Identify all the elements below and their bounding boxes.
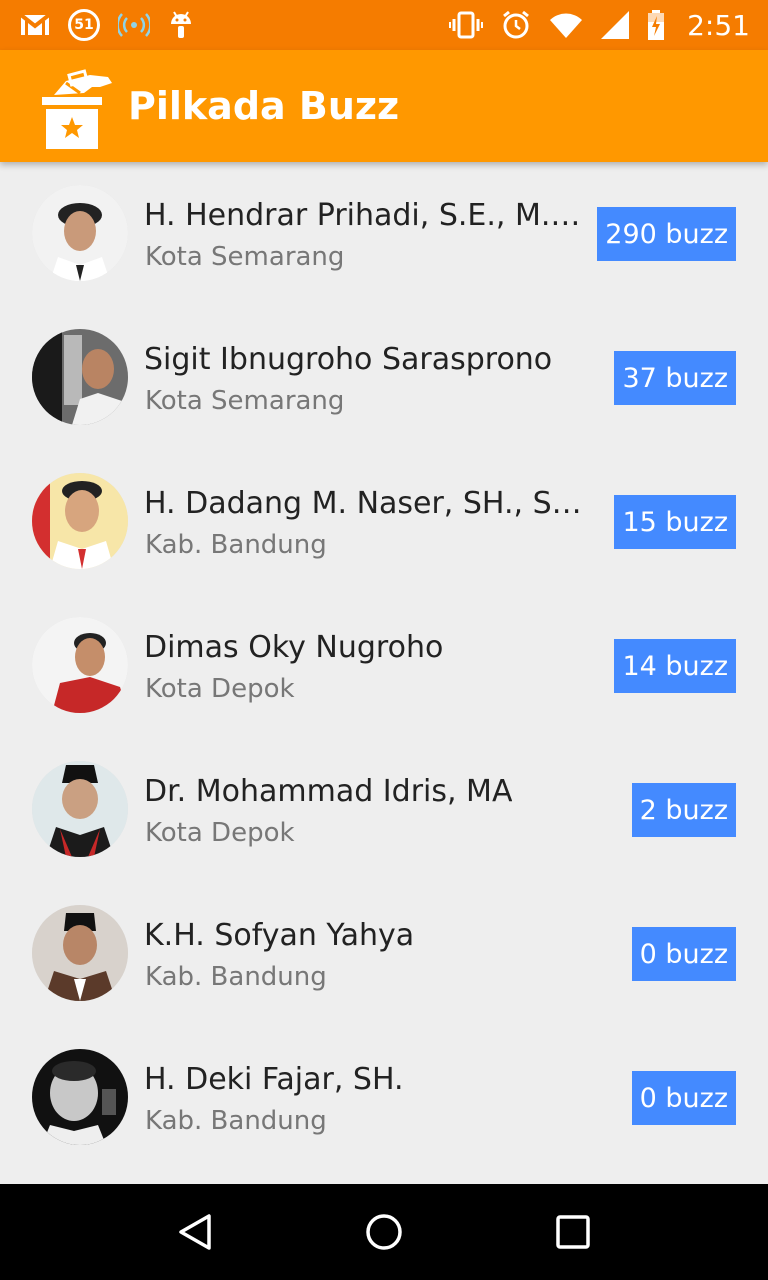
cell-signal-icon [601,11,630,39]
clock: 2:51 [687,8,750,42]
buzz-count-badge: 2 buzz [631,783,736,837]
avatar [32,473,128,569]
candidate-name: H. Deki Fajar, SH. [144,1062,404,1097]
avatar [32,761,128,857]
candidate-region: Kota Depok [145,674,295,704]
status-bar-left: 51 [20,9,194,41]
navigation-bar [0,1184,768,1280]
wifi-icon [549,12,583,38]
back-icon[interactable] [165,1202,225,1262]
android-icon [168,10,194,40]
buzz-count-badge: 0 buzz [631,927,736,981]
ballot-box-icon [40,61,116,151]
list-item[interactable]: Dr. Mohammad Idris, MA Kota Depok 2 buzz [0,738,768,882]
candidate-region: Kab. Bandung [145,530,327,560]
candidate-name: K.H. Sofyan Yahya [144,918,415,953]
recents-icon[interactable] [543,1202,603,1262]
avatar [32,905,128,1001]
list-item[interactable]: H. Dadang M. Naser, SH., S.IP... Kab. Ba… [0,450,768,594]
status-bar: 51 2:51 [0,0,768,50]
list-item[interactable]: K.H. Sofyan Yahya Kab. Bandung 0 buzz [0,882,768,1026]
app-bar: Pilkada Buzz [0,50,768,162]
avatar [32,185,128,281]
buzz-count-badge: 37 buzz [614,351,736,405]
status-bar-right: 2:51 [449,9,750,42]
list-item[interactable]: Dimas Oky Nugroho Kota Depok 14 buzz [0,594,768,738]
buzz-count-badge: 15 buzz [614,495,736,549]
avatar [32,1049,128,1145]
avatar [32,617,128,713]
buzz-count-badge: 14 buzz [614,639,736,693]
avatar [32,329,128,425]
candidate-region: Kota Depok [145,818,295,848]
candidate-region: Kab. Bandung [145,962,327,992]
candidate-region: Kota Semarang [145,386,345,416]
candidate-name: Dimas Oky Nugroho [144,630,444,665]
candidate-region: Kab. Bandung [145,1106,327,1136]
candidate-name: H. Hendrar Prihadi, S.E., M.M. [144,198,584,233]
list-item[interactable]: Sigit Ibnugroho Sarasprono Kota Semarang… [0,306,768,450]
alarm-icon [501,10,531,40]
battery-icon [647,10,665,40]
buzz-count-badge: 0 buzz [631,1071,736,1125]
gmail-icon [20,13,50,37]
vibrate-icon [449,11,484,39]
app-title: Pilkada Buzz [128,84,400,128]
list-item[interactable]: H. Hendrar Prihadi, S.E., M.M. Kota Sema… [0,162,768,306]
wifi-signal-icon [118,11,150,39]
candidate-name: Dr. Mohammad Idris, MA [144,774,513,809]
home-icon[interactable] [354,1202,414,1262]
candidate-name: Sigit Ibnugroho Sarasprono [144,342,553,377]
candidate-name: H. Dadang M. Naser, SH., S.IP... [144,486,584,521]
notification-count-icon: 51 [68,9,100,41]
list-item[interactable]: H. Deki Fajar, SH. Kab. Bandung 0 buzz [0,1026,768,1170]
buzz-count-badge: 290 buzz [597,207,736,261]
candidate-list: H. Hendrar Prihadi, S.E., M.M. Kota Sema… [0,162,768,1184]
candidate-region: Kota Semarang [145,242,345,272]
